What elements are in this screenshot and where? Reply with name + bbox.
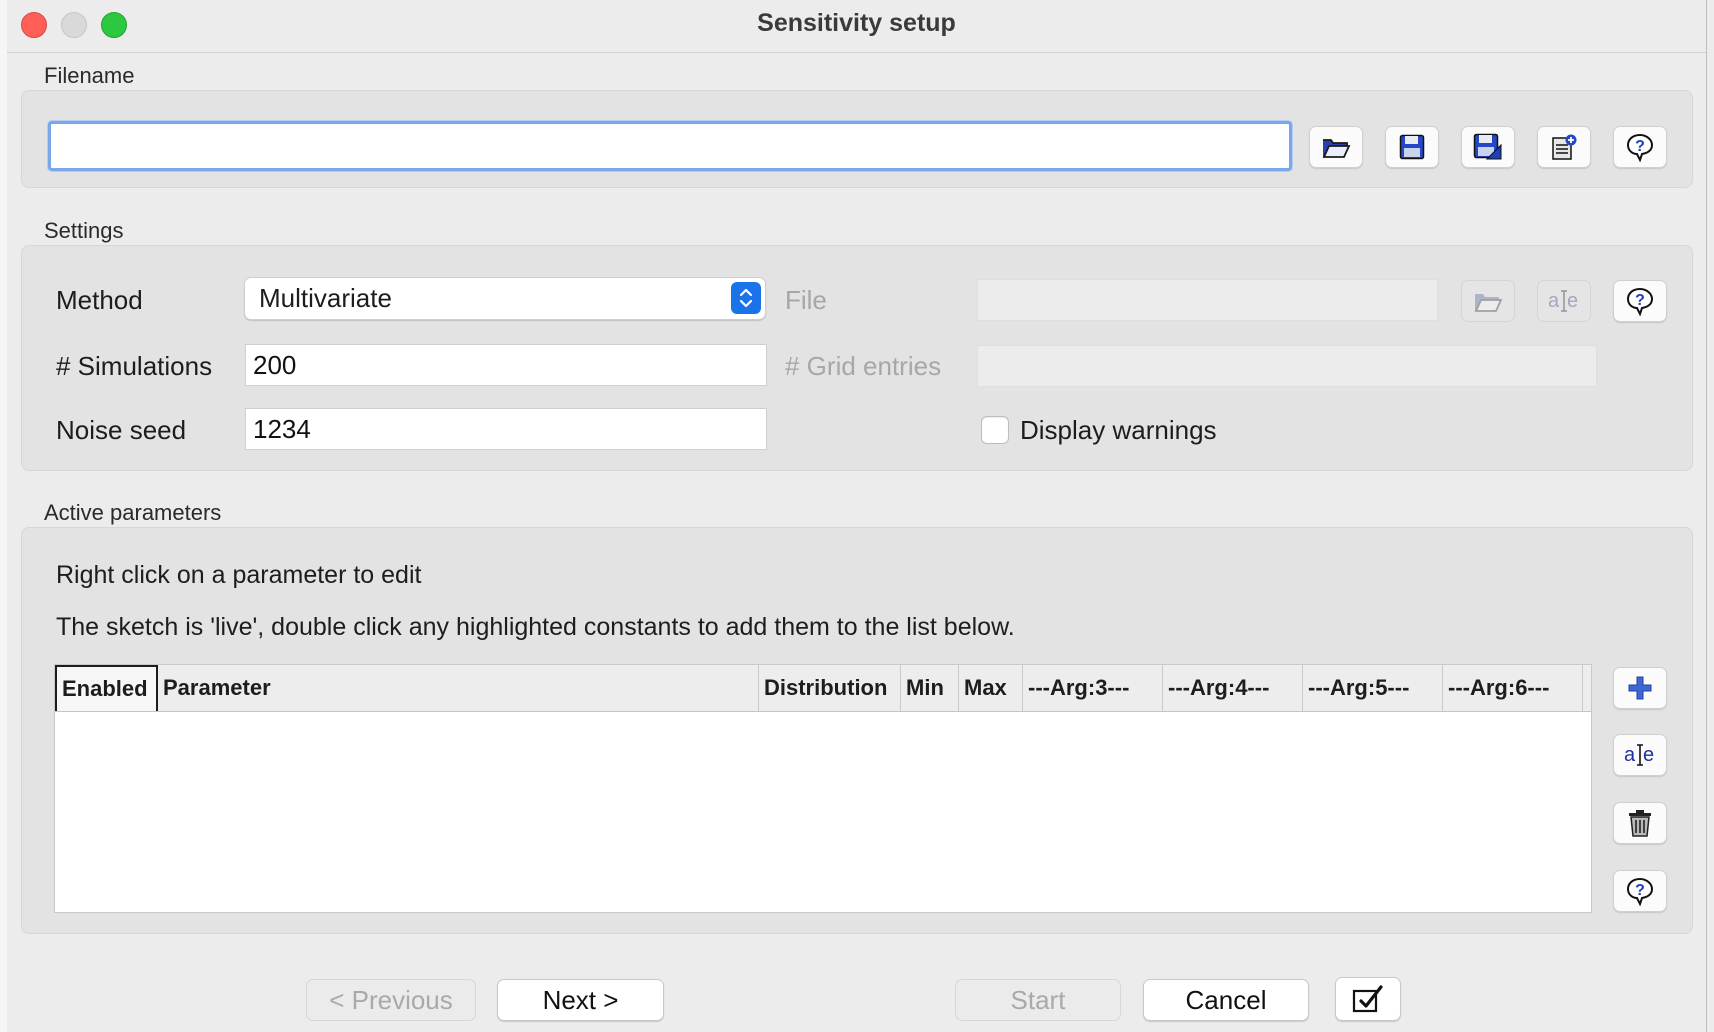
save-as-icon xyxy=(1473,133,1502,160)
cancel-button[interactable]: Cancel xyxy=(1143,979,1309,1021)
text-edit-icon: a e xyxy=(1548,290,1578,312)
new-document-icon xyxy=(1552,134,1577,160)
noise-seed-input[interactable]: 1234 xyxy=(245,408,767,450)
column-header-distribution[interactable]: Distribution xyxy=(759,665,901,711)
display-warnings-label: Display warnings xyxy=(1020,415,1217,445)
sensitivity-setup-dialog: Sensitivity setup Filename ? Settings Me… xyxy=(7,0,1707,1032)
settings-help-button[interactable]: ? xyxy=(1613,280,1667,322)
column-header-parameter[interactable]: Parameter xyxy=(158,665,759,711)
table-body[interactable] xyxy=(55,712,1591,912)
table-header: Enabled Parameter Distribution Min Max -… xyxy=(55,665,1591,712)
display-warnings-checkbox[interactable] xyxy=(981,416,1009,444)
select-arrows-icon xyxy=(731,282,761,314)
delete-parameter-button[interactable] xyxy=(1613,802,1667,844)
edit-hint-text: Right click on a parameter to edit xyxy=(56,561,422,589)
svg-text:?: ? xyxy=(1635,882,1645,899)
svg-text:e: e xyxy=(1567,290,1578,312)
start-button[interactable]: Start xyxy=(955,979,1121,1021)
svg-text:?: ? xyxy=(1635,138,1645,155)
text-edit-icon: a e xyxy=(1624,744,1654,766)
column-header-arg6[interactable]: ---Arg:6--- xyxy=(1443,665,1583,711)
method-select[interactable]: Multivariate xyxy=(244,277,766,320)
save-icon xyxy=(1399,134,1425,160)
help-icon: ? xyxy=(1626,287,1654,316)
open-folder-icon xyxy=(1322,139,1351,158)
plus-icon xyxy=(1628,676,1652,700)
edit-file-button[interactable]: a e xyxy=(1537,280,1591,322)
svg-text:a: a xyxy=(1624,744,1636,766)
check-button[interactable] xyxy=(1335,977,1401,1021)
edit-parameter-button[interactable]: a e xyxy=(1613,734,1667,776)
parameters-help-button[interactable]: ? xyxy=(1613,870,1667,912)
browse-file-button[interactable] xyxy=(1461,280,1515,322)
grid-entries-input[interactable] xyxy=(977,345,1597,387)
column-header-max[interactable]: Max xyxy=(959,665,1023,711)
active-parameters-group-label: Active parameters xyxy=(44,500,222,525)
save-as-button[interactable] xyxy=(1461,126,1515,168)
add-parameter-button[interactable] xyxy=(1613,667,1667,709)
save-file-button[interactable] xyxy=(1385,126,1439,168)
svg-text:?: ? xyxy=(1635,292,1645,309)
grid-entries-label: # Grid entries xyxy=(785,351,942,381)
column-header-min[interactable]: Min xyxy=(901,665,959,711)
trash-icon xyxy=(1629,810,1651,837)
help-icon: ? xyxy=(1626,133,1654,162)
settings-group-label: Settings xyxy=(44,218,124,243)
filename-input[interactable] xyxy=(48,121,1292,171)
previous-button[interactable]: < Previous xyxy=(306,979,476,1021)
window-title: Sensitivity setup xyxy=(757,9,956,37)
noise-seed-label: Noise seed xyxy=(56,415,187,445)
next-button[interactable]: Next > xyxy=(497,979,664,1021)
filename-help-button[interactable]: ? xyxy=(1613,126,1667,168)
svg-text:a: a xyxy=(1548,290,1560,312)
svg-text:e: e xyxy=(1643,744,1654,766)
simulations-label: # Simulations xyxy=(56,351,213,381)
open-file-button[interactable] xyxy=(1309,126,1363,168)
live-sketch-hint-text: The sketch is 'live', double click any h… xyxy=(56,613,1015,641)
open-folder-icon xyxy=(1474,294,1503,312)
new-file-button[interactable] xyxy=(1537,126,1591,168)
title-bar: Sensitivity setup xyxy=(7,0,1706,53)
simulations-input[interactable]: 200 xyxy=(245,344,767,386)
column-header-arg4[interactable]: ---Arg:4--- xyxy=(1163,665,1303,711)
method-value: Multivariate xyxy=(259,283,392,313)
checkbox-edit-icon xyxy=(1352,985,1383,1013)
file-label: File xyxy=(785,285,827,315)
parameters-table: Enabled Parameter Distribution Min Max -… xyxy=(54,664,1592,913)
column-header-arg5[interactable]: ---Arg:5--- xyxy=(1303,665,1443,711)
column-header-arg3[interactable]: ---Arg:3--- xyxy=(1023,665,1163,711)
filename-group-label: Filename xyxy=(44,63,135,88)
file-input[interactable] xyxy=(977,279,1438,321)
method-label: Method xyxy=(56,285,143,315)
help-icon: ? xyxy=(1626,877,1654,906)
column-header-enabled[interactable]: Enabled xyxy=(55,665,158,711)
